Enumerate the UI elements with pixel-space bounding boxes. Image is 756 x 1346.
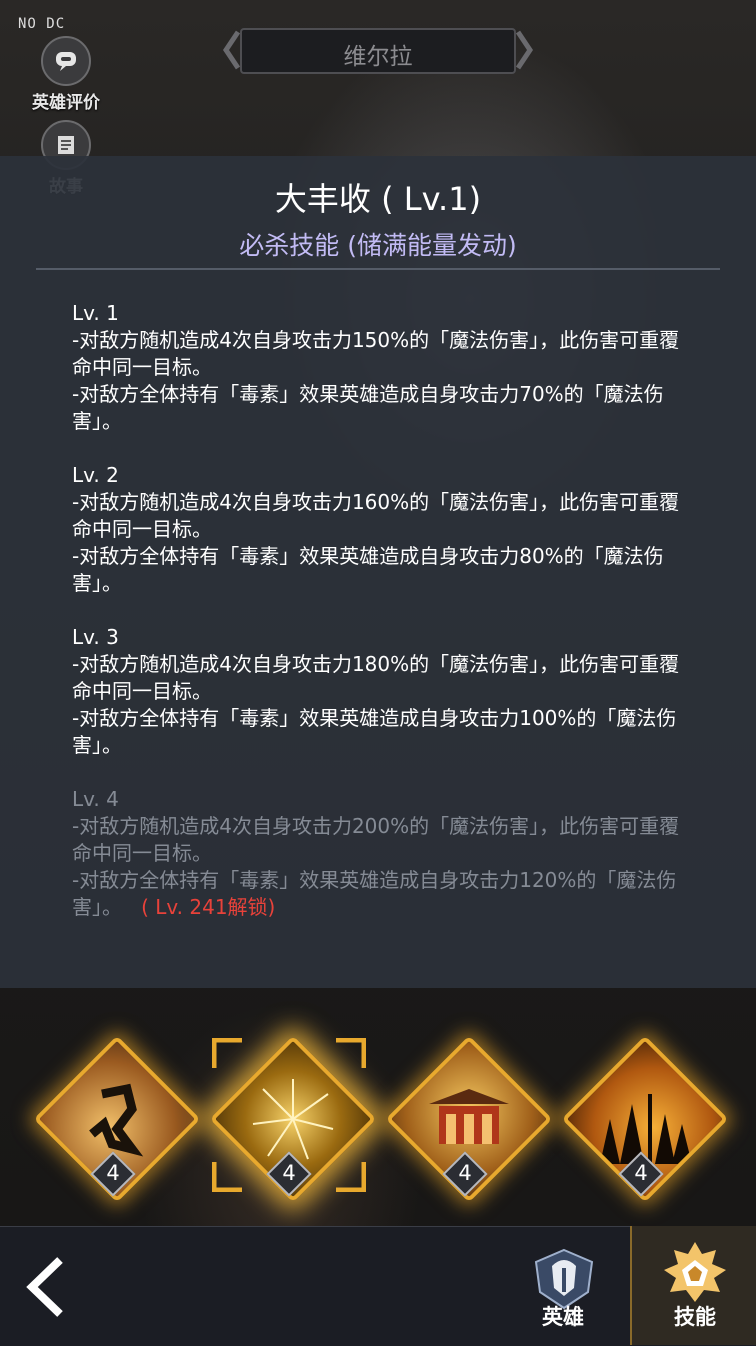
level-label: Lv. 1 — [72, 301, 119, 325]
skill-slot-3[interactable]: 4 — [385, 1035, 553, 1203]
back-arrow-icon — [26, 1257, 63, 1317]
debug-label: NO DC — [18, 16, 66, 32]
tab-hero[interactable]: 英雄 — [500, 1226, 626, 1345]
hero-name-plate: 维尔拉 — [222, 24, 534, 76]
level-effect-line: -对敌方全体持有「毒素」效果英雄造成自身攻击力70%的「魔法伤害」。 — [72, 382, 664, 433]
skill-slot-2-selected[interactable]: 4 — [209, 1035, 377, 1203]
tab-hero-label: 英雄 — [542, 1305, 584, 1329]
hero-name: 维尔拉 — [343, 44, 413, 70]
level-block-3: Lv. 3 -对敌方随机造成4次自身攻击力180%的「魔法伤害」，此伤害可重覆命… — [72, 624, 692, 759]
level-effect-line: -对敌方随机造成4次自身攻击力200%的「魔法伤害」，此伤害可重覆命中同一目标。 — [72, 814, 680, 865]
level-block-1: Lv. 1 -对敌方随机造成4次自身攻击力150%的「魔法伤害」，此伤害可重覆命… — [72, 300, 692, 435]
skill-slot-1[interactable]: 4 — [33, 1035, 201, 1203]
level-label: Lv. 2 — [72, 463, 119, 487]
level-effect-line: -对敌方全体持有「毒素」效果英雄造成自身攻击力120%的「魔法伤害」。 ( Lv… — [72, 868, 677, 919]
tab-skill-label: 技能 — [674, 1305, 716, 1329]
skill-flame-icon — [664, 1242, 726, 1302]
hero-rating-button[interactable]: 英雄评价 — [24, 36, 108, 113]
level-label: Lv. 3 — [72, 625, 119, 649]
chat-bubble-icon — [41, 36, 91, 86]
next-hero-icon[interactable] — [514, 30, 534, 70]
skill-title: 大丰收 ( Lv.1) — [274, 180, 482, 218]
skill-level-badge: 4 — [90, 1151, 136, 1197]
level-label: Lv. 4 — [72, 787, 119, 811]
skill-level-badge: 4 — [442, 1151, 488, 1197]
level-effect-line: -对敌方全体持有「毒素」效果英雄造成自身攻击力100%的「魔法伤害」。 — [72, 706, 677, 757]
skill-icon-strip: 4 4 4 4 — [0, 990, 756, 1226]
level-effect-line: -对敌方全体持有「毒素」效果英雄造成自身攻击力80%的「魔法伤害」。 — [72, 544, 664, 595]
level-block-4-locked: Lv. 4 -对敌方随机造成4次自身攻击力200%的「魔法伤害」，此伤害可重覆命… — [72, 786, 692, 921]
level-effect-line: -对敌方随机造成4次自身攻击力160%的「魔法伤害」，此伤害可重覆命中同一目标。 — [72, 490, 680, 541]
unlock-requirement: ( Lv. 241解锁) — [141, 895, 276, 919]
skill-level-badge: 4 — [618, 1151, 664, 1197]
level-effect-line: -对敌方随机造成4次自身攻击力150%的「魔法伤害」，此伤害可重覆命中同一目标。 — [72, 328, 680, 379]
skill-type: 必杀技能 (储满能量发动) — [239, 231, 517, 260]
skill-description: Lv. 1 -对敌方随机造成4次自身攻击力150%的「魔法伤害」，此伤害可重覆命… — [72, 300, 692, 948]
skill-level-badge: 4 — [266, 1151, 312, 1197]
hero-rating-label: 英雄评价 — [32, 93, 100, 113]
level-effect-line: -对敌方随机造成4次自身攻击力180%的「魔法伤害」，此伤害可重覆命中同一目标。 — [72, 652, 680, 703]
level-block-2: Lv. 2 -对敌方随机造成4次自身攻击力160%的「魔法伤害」，此伤害可重覆命… — [72, 462, 692, 597]
skill-slot-4[interactable]: 4 — [561, 1035, 729, 1203]
divider — [36, 268, 720, 270]
tab-skill-active[interactable]: 技能 — [630, 1226, 756, 1345]
back-button[interactable] — [18, 1252, 78, 1322]
